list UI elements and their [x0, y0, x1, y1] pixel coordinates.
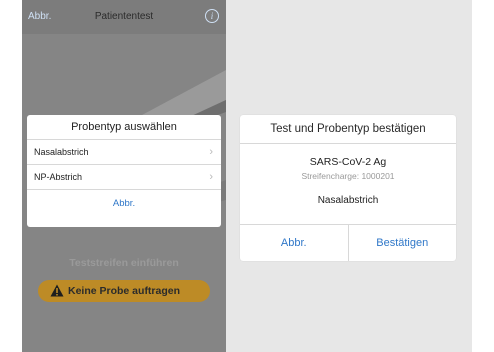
patient-test-screen: Abbr. Patiententest i Probentyp auswähle… — [22, 0, 226, 352]
dialog-cancel-button[interactable]: Abbr. — [27, 190, 221, 218]
confirm-dialog: Test und Probentyp bestätigen SARS-CoV-2… — [240, 115, 456, 261]
warning-icon — [50, 284, 64, 297]
dialog-title: Probentyp auswählen — [27, 115, 221, 140]
cancel-button[interactable]: Abbr. — [240, 225, 349, 261]
confirm-button[interactable]: Bestätigen — [349, 225, 457, 261]
instruction-text: Teststreifen einführen — [69, 257, 179, 269]
sample-type-dialog: Probentyp auswählen Nasalabstrich › NP-A… — [27, 115, 221, 227]
option-label: Nasalabstrich — [34, 147, 89, 157]
test-name: SARS-CoV-2 Ag — [309, 156, 387, 168]
option-np-abstrich[interactable]: NP-Abstrich › — [27, 165, 221, 190]
option-nasalabstrich[interactable]: Nasalabstrich › — [27, 140, 221, 165]
chevron-right-icon: › — [209, 171, 213, 183]
option-label: NP-Abstrich — [34, 172, 83, 182]
device-screens: Abbr. Patiententest i Probentyp auswähle… — [22, 0, 472, 352]
confirm-screen: Test und Probentyp bestätigen SARS-CoV-2… — [226, 0, 472, 352]
sample-type: Nasalabstrich — [317, 195, 379, 206]
dialog-title: Test und Probentyp bestätigen — [240, 115, 456, 144]
warning-text: Keine Probe auftragen — [68, 285, 181, 297]
warning-badge: Keine Probe auftragen — [38, 280, 210, 302]
chevron-right-icon: › — [209, 146, 213, 158]
strip-lot: Streifencharge: 1000201 — [301, 171, 395, 181]
dialog-buttons: Abbr. Bestätigen — [240, 224, 456, 261]
